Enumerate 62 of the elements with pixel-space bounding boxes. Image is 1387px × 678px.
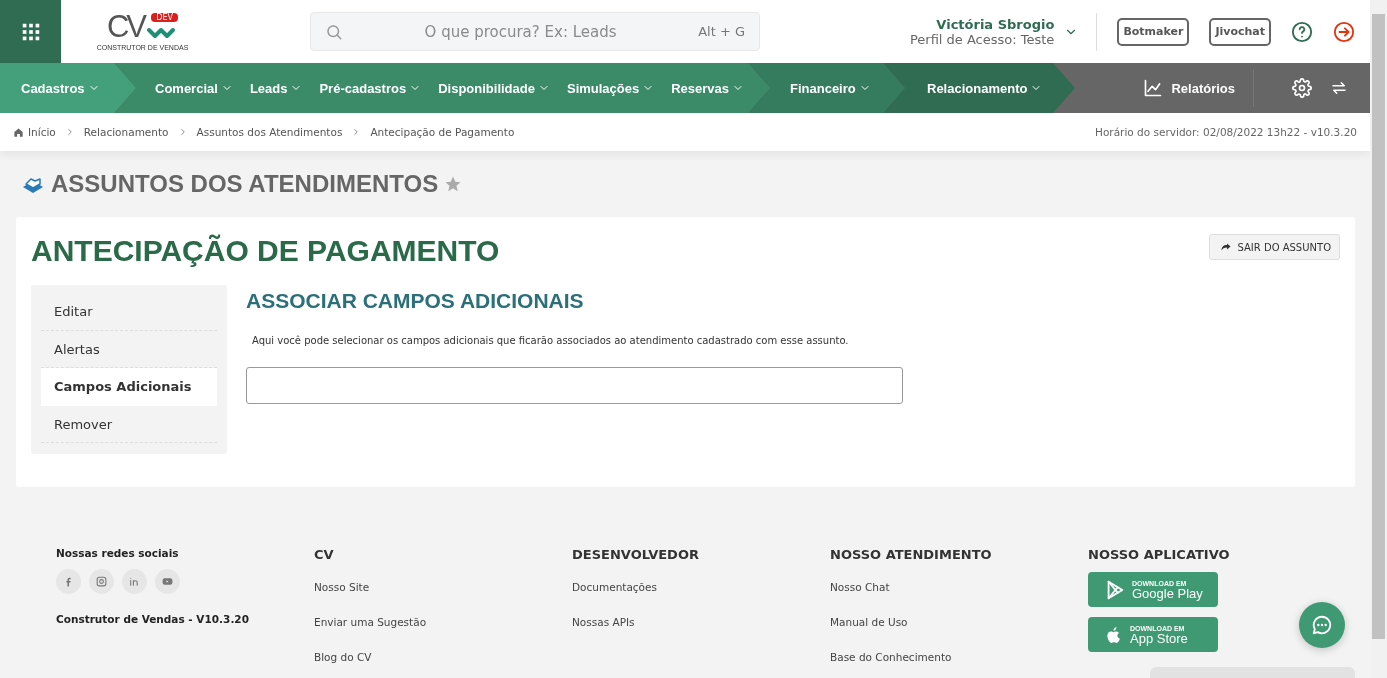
footer-heading: DESENVOLVEDOR bbox=[572, 547, 700, 562]
instagram-icon bbox=[95, 575, 108, 588]
nav-menu-item[interactable]: Simulações bbox=[566, 80, 655, 96]
access-profile: Perfil de Acesso: Teste bbox=[909, 31, 1055, 47]
social-button[interactable] bbox=[155, 569, 180, 594]
description-text: Aqui você pode selecionar os campos adicionais que ficarão associados ao atendimento cadastrado com esse assunto. bbox=[252, 335, 850, 346]
subject-title: ANTECIPAÇÃO DE PAGAMENTO bbox=[31, 234, 500, 268]
social-title: Nossas redes sociais bbox=[56, 547, 180, 559]
footer-link[interactable]: Nosso Site bbox=[314, 581, 572, 596]
select-field[interactable] bbox=[246, 367, 903, 404]
social-button[interactable] bbox=[89, 569, 114, 594]
social-button[interactable] bbox=[122, 569, 147, 594]
chat-button[interactable]: Jivochat bbox=[1209, 17, 1271, 46]
search-icon bbox=[325, 22, 343, 41]
apps-menu-button[interactable] bbox=[0, 0, 61, 63]
footer-link[interactable]: Manual de Uso bbox=[830, 616, 1088, 631]
nav-menu-item[interactable]: Financeiro bbox=[790, 80, 871, 96]
footer-link[interactable]: Nosso Chat bbox=[830, 581, 1088, 596]
logout-icon[interactable] bbox=[1333, 20, 1355, 43]
breadcrumb-link[interactable]: Antecipação de Pagamento bbox=[370, 126, 515, 138]
youtube-icon bbox=[161, 575, 174, 588]
help-icon[interactable] bbox=[1291, 20, 1313, 43]
star-icon[interactable] bbox=[444, 175, 463, 193]
chat-button[interactable]: Botmaker bbox=[1117, 17, 1190, 46]
breadcrumb-link[interactable]: Relacionamento bbox=[83, 126, 169, 138]
nav-menu-item[interactable]: Disponibilidade bbox=[438, 80, 550, 96]
reports-link[interactable]: Relatórios bbox=[1143, 78, 1235, 98]
version-text: Construtor de Vendas - V10.3.20 bbox=[56, 613, 250, 625]
search-input[interactable]: O que procura? Ex: Leads bbox=[343, 21, 699, 42]
search-field[interactable]: O que procura? Ex: Leads Alt + G bbox=[310, 12, 760, 51]
swap-arrows-icon[interactable] bbox=[1330, 79, 1348, 97]
server-time: Horário do servidor: 02/08/2022 13h22 - v10.3.20 bbox=[1095, 126, 1357, 138]
footer-link[interactable]: Enviar uma Sugestão bbox=[314, 616, 572, 631]
user-name: Victória Sbrogio bbox=[935, 16, 1055, 32]
chart-line-icon bbox=[1143, 78, 1164, 98]
breadcrumb-link[interactable]: Início bbox=[13, 126, 56, 138]
shortcut-hint: Alt + G bbox=[698, 24, 745, 39]
footer-heading: NOSSO APLICATIVO bbox=[1088, 547, 1231, 562]
chat-button[interactable] bbox=[1299, 602, 1345, 648]
footer-link[interactable]: Documentações bbox=[572, 581, 830, 596]
footer-link[interactable]: Base do Conhecimento bbox=[830, 651, 1088, 666]
side-menu-item[interactable]: Campos Adicionais bbox=[41, 368, 217, 406]
breadcrumb-link[interactable]: Assuntos dos Atendimentos bbox=[196, 126, 343, 138]
footer-heading: NOSSO ATENDIMENTO bbox=[830, 547, 993, 562]
side-menu-item[interactable]: Remover bbox=[41, 405, 217, 443]
nav-menu-item[interactable]: Pré-cadastros bbox=[319, 80, 422, 96]
page-title: ASSUNTOS DOS ATENDIMENTOS bbox=[51, 170, 439, 198]
exit-subject-button[interactable]: SAIR DO ASSUNTO bbox=[1209, 234, 1340, 260]
section-title: ASSOCIAR CAMPOS ADICIONAIS bbox=[246, 289, 585, 313]
nav-menu-item[interactable]: Reservas bbox=[671, 80, 745, 96]
settings-icon[interactable] bbox=[1292, 78, 1312, 98]
nav-menu-item[interactable]: Comercial bbox=[155, 80, 233, 96]
side-menu-item[interactable]: Editar bbox=[41, 293, 217, 331]
footer-link[interactable]: Blog do CV bbox=[314, 651, 572, 666]
nav-menu-item[interactable]: Leads bbox=[249, 80, 303, 96]
footer-heading: CV bbox=[314, 547, 335, 562]
chat-bubble-icon bbox=[1311, 614, 1333, 636]
social-button[interactable] bbox=[56, 569, 81, 594]
linkedin-icon bbox=[128, 575, 141, 588]
footer-link[interactable]: Nossas APIs bbox=[572, 616, 830, 631]
home-icon bbox=[13, 126, 24, 138]
nav-menu-item[interactable]: Relacionamento bbox=[927, 80, 1043, 96]
